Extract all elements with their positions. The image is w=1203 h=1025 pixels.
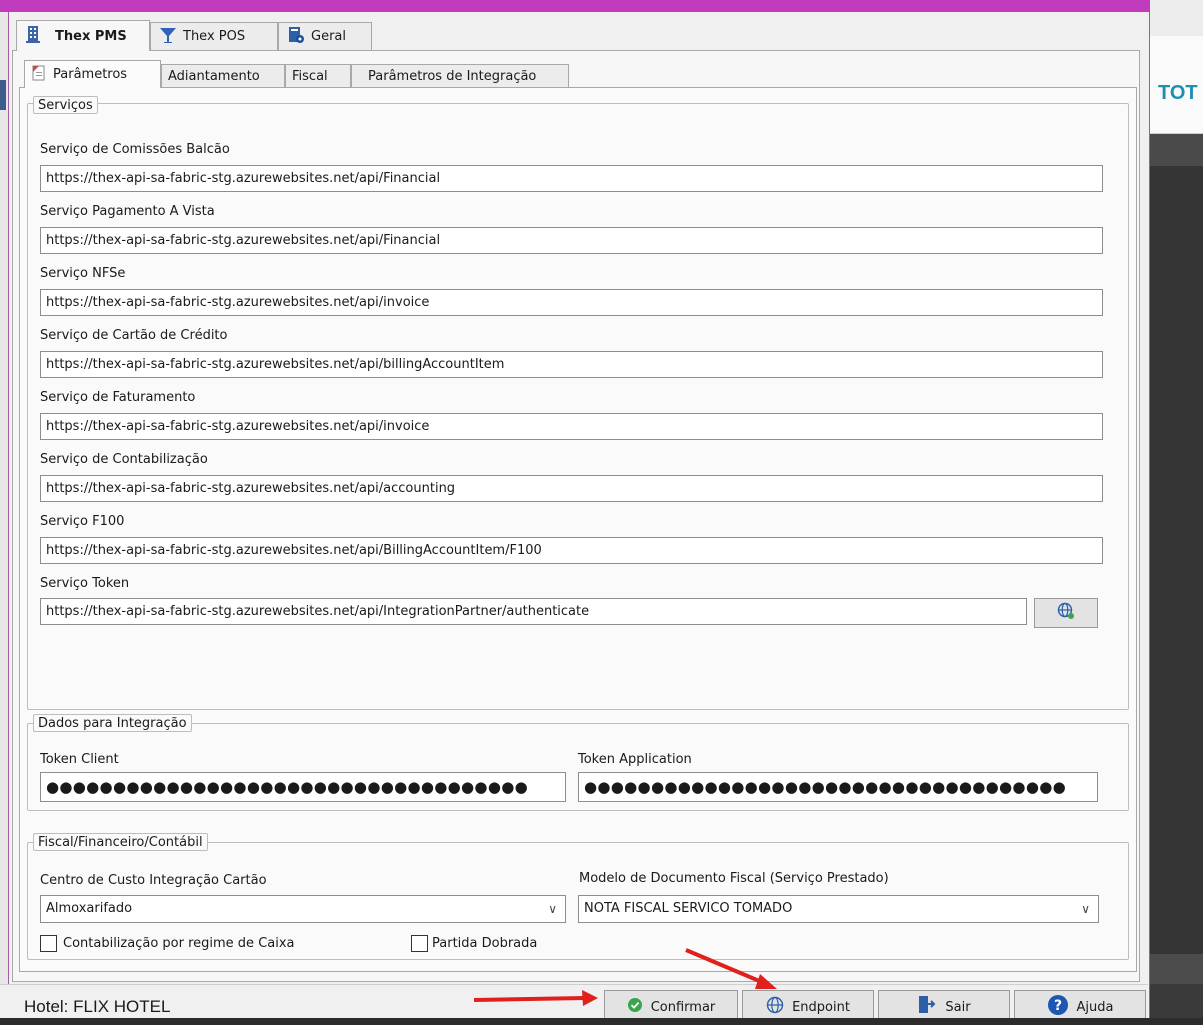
document-icon [31, 65, 47, 85]
check-circle-icon [627, 997, 643, 1017]
background-app-logo: TOT [1158, 82, 1198, 104]
subtab-label: Adiantamento [168, 69, 260, 84]
servico-nfse-field[interactable]: https://thex-api-sa-fabric-stg.azurewebs… [40, 289, 1103, 316]
token-application-label: Token Application [578, 752, 692, 767]
partida-dobrada-label: Partida Dobrada [432, 936, 538, 951]
globe-icon [1057, 602, 1075, 624]
document-settings-icon [287, 26, 305, 48]
tab-geral[interactable]: Geral [278, 22, 372, 50]
modelo-documento-select[interactable]: NOTA FISCAL SERVICO TOMADO ∨ [578, 895, 1099, 923]
token-client-field[interactable]: ●●●●●●●●●●●●●●●●●●●●●●●●●●●●●●●●●●●● [40, 772, 566, 802]
partida-dobrada-checkbox[interactable] [411, 935, 428, 952]
servico-cartao-field[interactable]: https://thex-api-sa-fabric-stg.azurewebs… [40, 351, 1103, 378]
tab-thex-pos[interactable]: Thex POS [150, 22, 278, 50]
tab-thex-pms[interactable]: Thex PMS [16, 20, 150, 51]
integracao-legend: Dados para Integração [33, 714, 192, 732]
servico-pagamento-field[interactable]: https://thex-api-sa-fabric-stg.azurewebs… [40, 227, 1103, 254]
servico-faturamento-field[interactable]: https://thex-api-sa-fabric-stg.azurewebs… [40, 413, 1103, 440]
servicos-legend: Serviços [33, 96, 98, 114]
sair-label: Sair [945, 999, 971, 1015]
test-token-button[interactable] [1034, 598, 1098, 628]
taskbar-edge [0, 1018, 1203, 1025]
servico-token-label: Serviço Token [40, 576, 130, 591]
subtab-label: Parâmetros de Integração [368, 69, 537, 84]
servico-faturamento-label: Serviço de Faturamento [40, 390, 196, 405]
subtab-parametros[interactable]: Parâmetros [24, 60, 161, 88]
ajuda-label: Ajuda [1076, 999, 1114, 1015]
background-app-content [1148, 166, 1203, 954]
contabilizacao-caixa-checkbox[interactable] [40, 935, 57, 952]
globe-icon [766, 996, 784, 1018]
tab-label: Thex PMS [55, 28, 127, 44]
servico-contabilizacao-label: Serviço de Contabilização [40, 452, 208, 467]
cocktail-glass-icon [159, 26, 177, 48]
tab-label: Geral [311, 29, 346, 44]
help-icon: ? [1047, 994, 1069, 1020]
background-app-header [1148, 0, 1203, 36]
servico-comissoes-field[interactable]: https://thex-api-sa-fabric-stg.azurewebs… [40, 165, 1103, 192]
svg-text:?: ? [1053, 998, 1061, 1014]
servico-nfse-label: Serviço NFSe [40, 266, 126, 281]
building-icon [25, 25, 41, 47]
subtab-fiscal[interactable]: Fiscal [285, 64, 351, 88]
modelo-documento-label: Modelo de Documento Fiscal (Serviço Pres… [579, 871, 889, 886]
chevron-down-icon[interactable]: ∨ [1081, 896, 1090, 922]
subtab-adiantamento[interactable]: Adiantamento [161, 64, 285, 88]
fiscal-legend: Fiscal/Financeiro/Contábil [33, 833, 208, 851]
background-app-footer [1148, 954, 1203, 984]
servico-contabilizacao-field[interactable]: https://thex-api-sa-fabric-stg.azurewebs… [40, 475, 1103, 502]
subtab-label: Parâmetros [53, 67, 128, 82]
confirmar-label: Confirmar [650, 999, 716, 1015]
centro-custo-value: Almoxarifado [46, 901, 133, 916]
servico-f100-label: Serviço F100 [40, 514, 125, 529]
servico-comissoes-label: Serviço de Comissões Balcão [40, 142, 230, 157]
contabilizacao-caixa-label: Contabilização por regime de Caixa [63, 936, 295, 951]
exit-door-icon [917, 995, 937, 1019]
centro-custo-label: Centro de Custo Integração Cartão [40, 873, 267, 888]
servico-f100-field[interactable]: https://thex-api-sa-fabric-stg.azurewebs… [40, 537, 1103, 564]
modelo-documento-value: NOTA FISCAL SERVICO TOMADO [584, 901, 793, 916]
servico-pagamento-label: Serviço Pagamento A Vista [40, 204, 215, 219]
subtab-label: Fiscal [292, 69, 328, 84]
background-left-icon [0, 80, 6, 110]
servico-cartao-label: Serviço de Cartão de Crédito [40, 328, 228, 343]
servico-token-field[interactable]: https://thex-api-sa-fabric-stg.azurewebs… [40, 598, 1027, 625]
subtab-parametros-integracao[interactable]: Parâmetros de Integração [351, 64, 569, 88]
background-app-toolbar [1148, 134, 1203, 166]
token-client-label: Token Client [40, 752, 119, 767]
dialog-title-bar[interactable] [0, 0, 1150, 12]
centro-custo-select[interactable]: Almoxarifado ∨ [40, 895, 566, 923]
token-application-field[interactable]: ●●●●●●●●●●●●●●●●●●●●●●●●●●●●●●●●●●●● [578, 772, 1098, 802]
endpoint-label: Endpoint [792, 999, 850, 1015]
chevron-down-icon[interactable]: ∨ [548, 896, 557, 922]
tab-label: Thex POS [183, 29, 246, 44]
hotel-name: Hotel: FLIX HOTEL [24, 997, 171, 1016]
